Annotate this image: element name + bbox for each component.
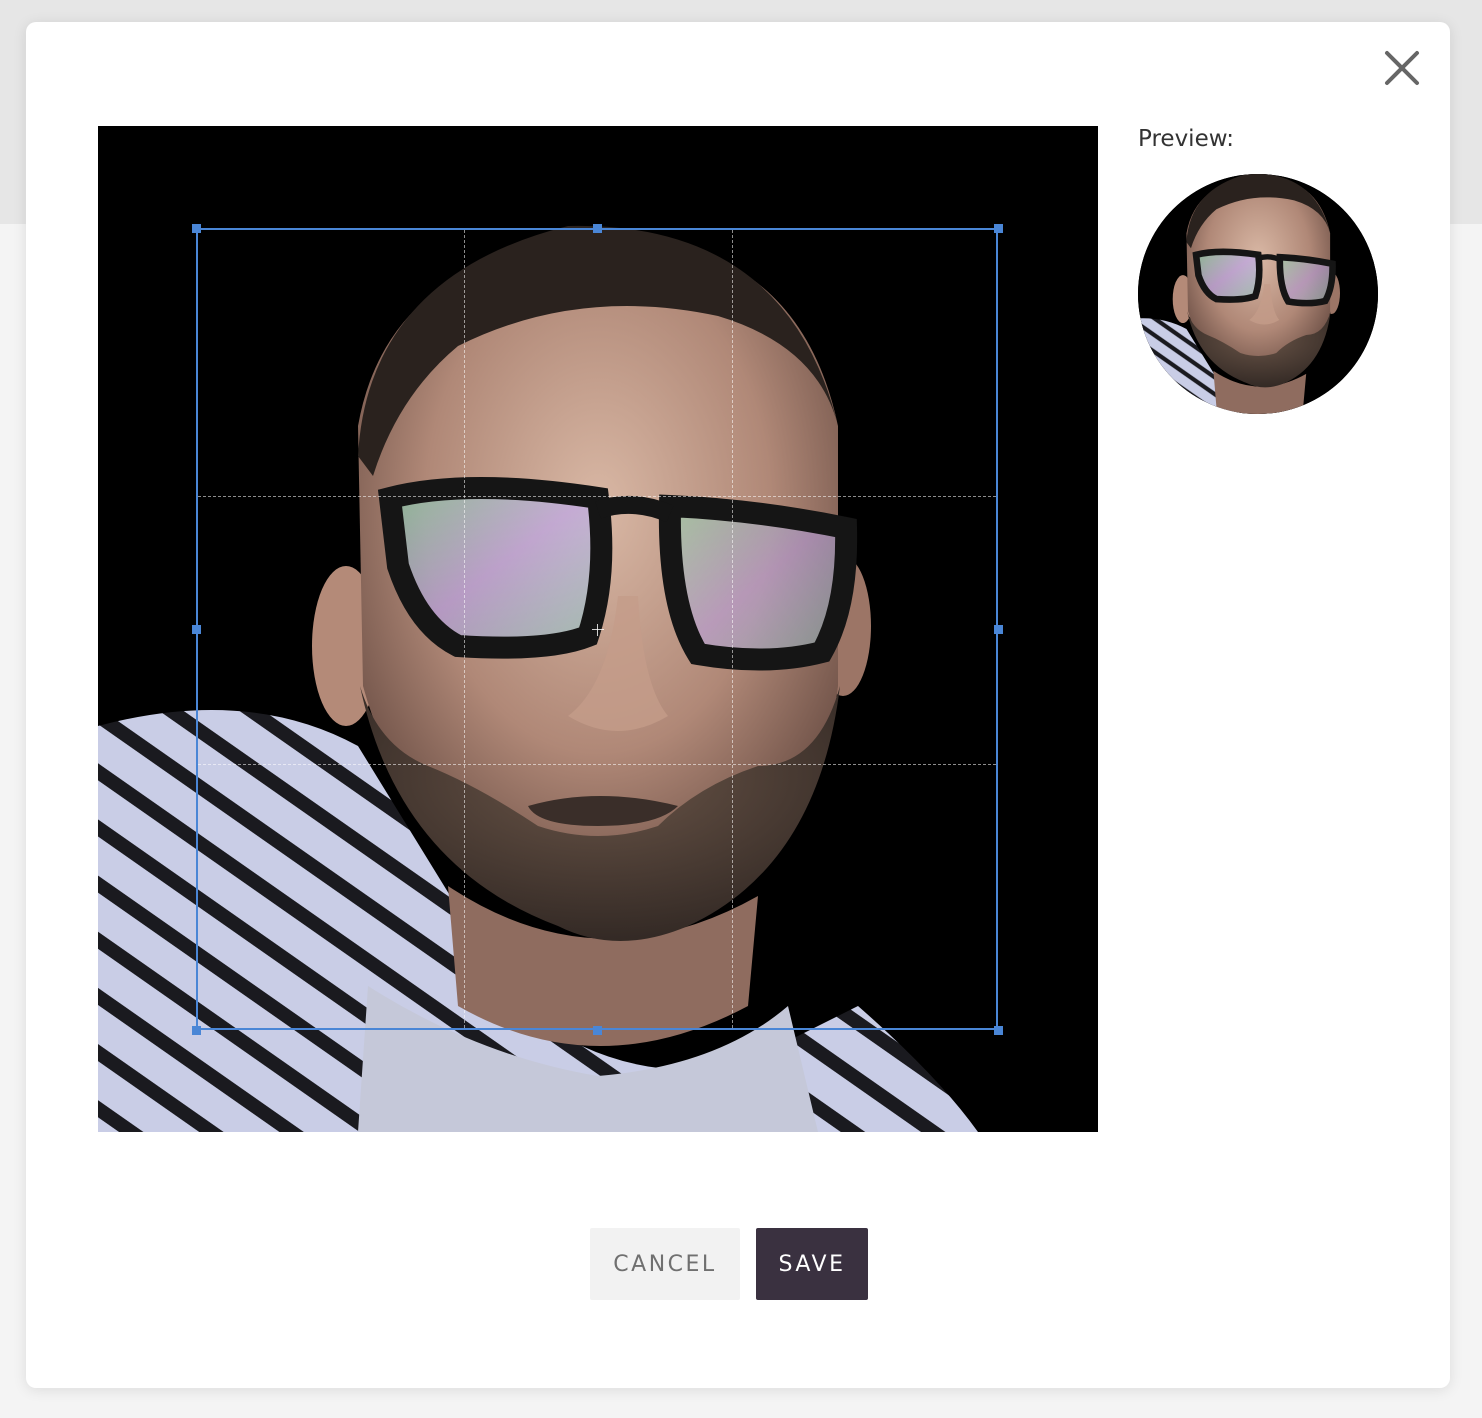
avatar-preview — [1138, 174, 1378, 414]
resize-handle-s[interactable] — [593, 1026, 602, 1035]
resize-handle-e[interactable] — [994, 625, 1003, 634]
preview-photo — [1138, 174, 1378, 414]
cancel-button[interactable]: CANCEL — [590, 1228, 740, 1300]
close-button[interactable] — [1382, 48, 1422, 88]
resize-handle-se[interactable] — [994, 1026, 1003, 1035]
close-icon — [1385, 51, 1419, 85]
crop-grid — [198, 230, 996, 1028]
crop-center-crosshair-icon — [592, 624, 604, 636]
save-button[interactable]: SAVE — [756, 1228, 868, 1300]
image-crop-area[interactable] — [98, 126, 1098, 1132]
resize-handle-w[interactable] — [192, 625, 201, 634]
preview-label: Preview: — [1138, 126, 1235, 152]
crop-selection-box[interactable] — [192, 224, 1003, 1035]
resize-handle-sw[interactable] — [192, 1026, 201, 1035]
resize-handle-ne[interactable] — [994, 224, 1003, 233]
crop-image-dialog: Preview: CANCEL SAVE — [26, 22, 1450, 1388]
resize-handle-n[interactable] — [593, 224, 602, 233]
resize-handle-nw[interactable] — [192, 224, 201, 233]
